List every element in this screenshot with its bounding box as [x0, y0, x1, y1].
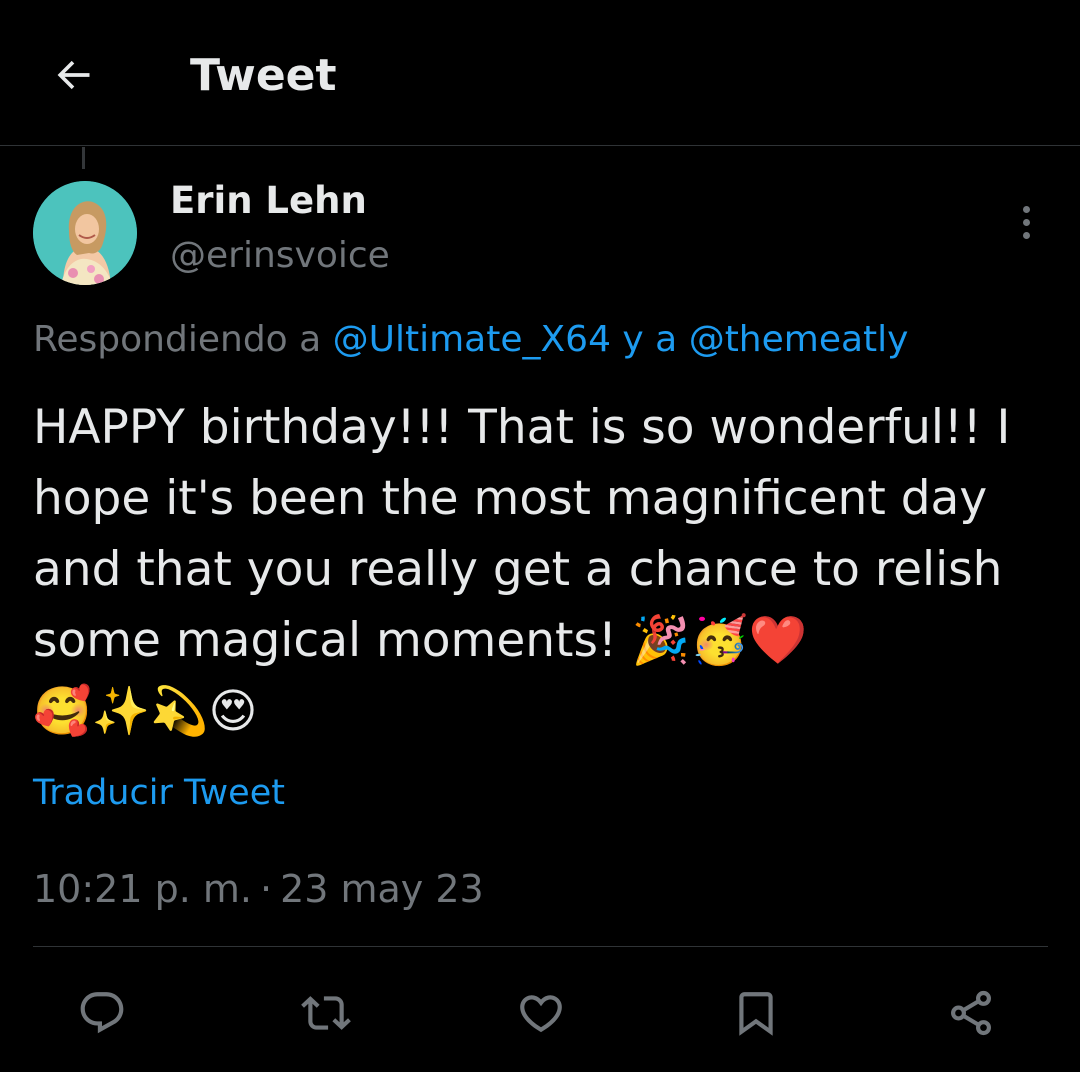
translate-tweet-link[interactable]: Traducir Tweet [33, 770, 285, 816]
tweet-text-content: HAPPY birthday!!! That is so wonderful!!… [33, 400, 1011, 668]
retweet-button[interactable] [298, 985, 354, 1041]
timestamp-separator: · [259, 867, 273, 911]
replying-to-prefix: Respondiendo a [33, 319, 333, 360]
like-button[interactable] [513, 985, 569, 1041]
bookmark-button[interactable] [728, 985, 784, 1041]
author-display-name[interactable]: Erin Lehn [170, 178, 367, 224]
more-dot-icon [1022, 231, 1030, 239]
share-icon [951, 990, 991, 1036]
avatar-photo [33, 181, 137, 285]
author-handle[interactable]: @erinsvoice [170, 233, 390, 279]
tweet-time[interactable]: 10:21 p. m. [33, 867, 252, 911]
thread-connector-line [82, 147, 85, 169]
reply-bubble-icon [80, 992, 124, 1034]
more-dot-icon [1022, 218, 1030, 226]
more-dot-icon [1022, 205, 1030, 213]
share-button[interactable] [943, 985, 999, 1041]
back-button[interactable] [42, 44, 104, 106]
top-bar: Tweet [0, 0, 1080, 146]
page-title: Tweet [190, 50, 337, 101]
tweet-detail-screen: Tweet Erin Lehn @erinsvoice Respondiendo… [0, 0, 1080, 1072]
emoji-group-2: 🥰✨💫😍 [33, 684, 258, 739]
arrow-left-icon [57, 60, 90, 90]
author-avatar[interactable] [33, 181, 137, 285]
replying-to-line: Respondiendo a @Ultimate_X64 y a @themea… [33, 316, 908, 364]
mention-link-ultimate-x64[interactable]: @Ultimate_X64 [333, 319, 611, 360]
tweet-timestamp[interactable]: 10:21 p. m. · 23 may 23 [33, 864, 484, 914]
mention-link-themeatly[interactable]: @themeatly [689, 319, 909, 360]
tweet-action-bar [0, 985, 1080, 1041]
replying-to-joiner[interactable]: y a [611, 319, 689, 360]
tweet-date[interactable]: 23 may 23 [280, 867, 484, 911]
more-options-button[interactable] [1006, 200, 1046, 244]
divider [33, 946, 1048, 947]
reply-button[interactable] [74, 985, 130, 1041]
emoji-group-1: 🎉🥳❤️ [631, 613, 808, 668]
heart-icon [520, 995, 562, 1033]
tweet-text: HAPPY birthday!!! That is so wonderful!!… [33, 392, 1053, 747]
retweet-icon [301, 996, 351, 1030]
bookmark-icon [739, 992, 773, 1036]
